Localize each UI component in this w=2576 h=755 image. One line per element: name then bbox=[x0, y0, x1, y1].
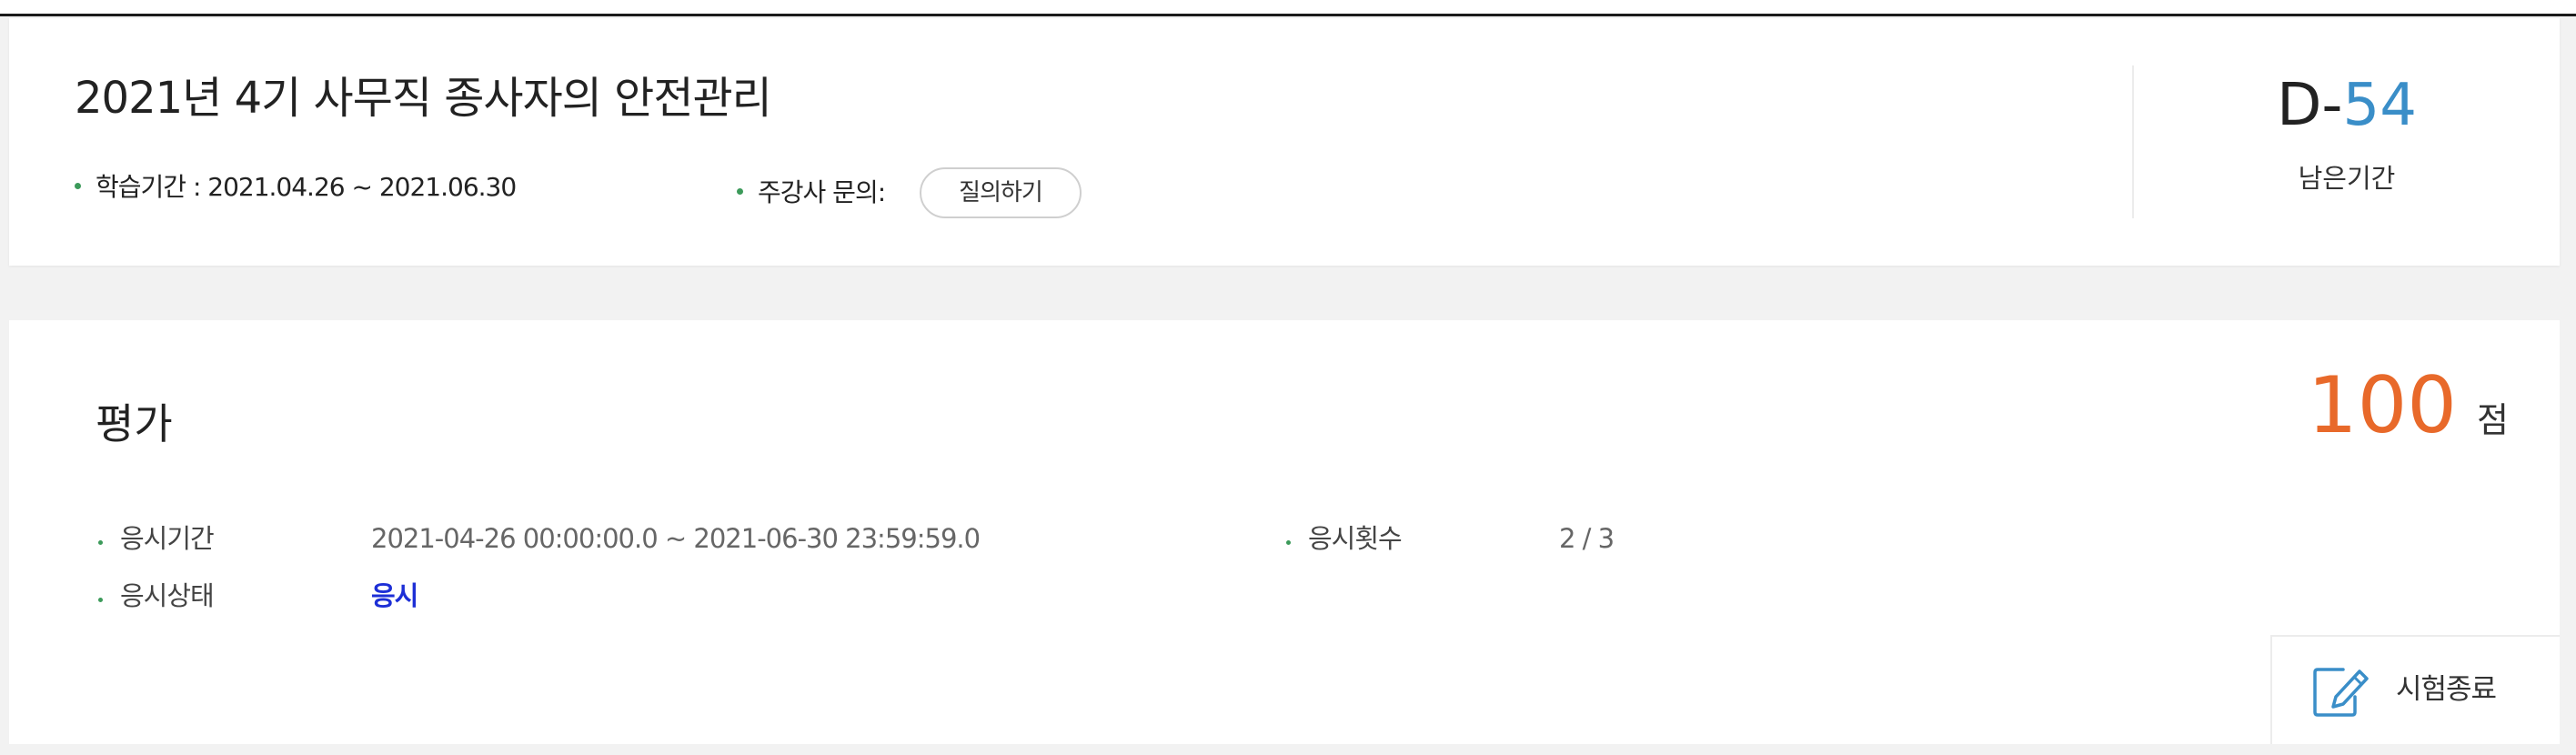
exam-status-value: 응시 bbox=[371, 580, 418, 611]
finish-exam-label: 시험종료 bbox=[2396, 673, 2497, 706]
evaluation-title: 평가 bbox=[96, 399, 173, 448]
instructor-inquiry-label: 주강사 문의: bbox=[758, 177, 886, 207]
top-rule bbox=[0, 0, 2576, 16]
bullet-dot-icon bbox=[75, 182, 81, 189]
bullet-dot-icon bbox=[98, 598, 103, 602]
study-period: 학습기간 : 2021.04.26 ~ 2021.06.30 bbox=[75, 169, 517, 206]
ask-question-button[interactable]: 질의하기 bbox=[920, 167, 1082, 218]
score-display: 100 점 bbox=[2308, 360, 2509, 451]
d-day-number: 54 bbox=[2342, 72, 2417, 139]
study-period-text: 학습기간 : 2021.04.26 ~ 2021.06.30 bbox=[96, 172, 517, 202]
bullet-dot-icon bbox=[737, 187, 743, 195]
exam-period-value: 2021-04-26 00:00:00.0 ~ 2021-06-30 23:59… bbox=[371, 523, 981, 554]
course-info-card: 2021년 4기 사무직 종사자의 안전관리 학습기간 : 2021.04.26… bbox=[9, 18, 2560, 266]
evaluation-card: 평가 100 점 응시기간 2021-04-26 00:00:00.0 ~ 202… bbox=[9, 320, 2560, 744]
d-day-counter: D-54 bbox=[2134, 69, 2560, 142]
bullet-dot-icon bbox=[1286, 540, 1291, 545]
exam-attempts-label: 응시횟수 bbox=[1308, 523, 1403, 554]
course-title: 2021년 4기 사무직 종사자의 안전관리 bbox=[75, 73, 772, 124]
remaining-period-label: 남은기간 bbox=[2298, 163, 2396, 194]
bullet-dot-icon bbox=[98, 540, 103, 545]
exam-attempts-value: 2 / 3 bbox=[1559, 523, 1615, 554]
score-value: 100 bbox=[2307, 360, 2458, 451]
edit-icon bbox=[2313, 668, 2369, 717]
finish-exam-button[interactable]: 시험종료 bbox=[2270, 635, 2560, 744]
exam-status-label: 응시상태 bbox=[120, 580, 215, 611]
score-unit: 점 bbox=[2477, 400, 2509, 440]
exam-period-label: 응시기간 bbox=[120, 523, 215, 554]
instructor-inquiry: 주강사 문의: bbox=[737, 175, 886, 211]
d-day-prefix: D- bbox=[2277, 72, 2343, 139]
